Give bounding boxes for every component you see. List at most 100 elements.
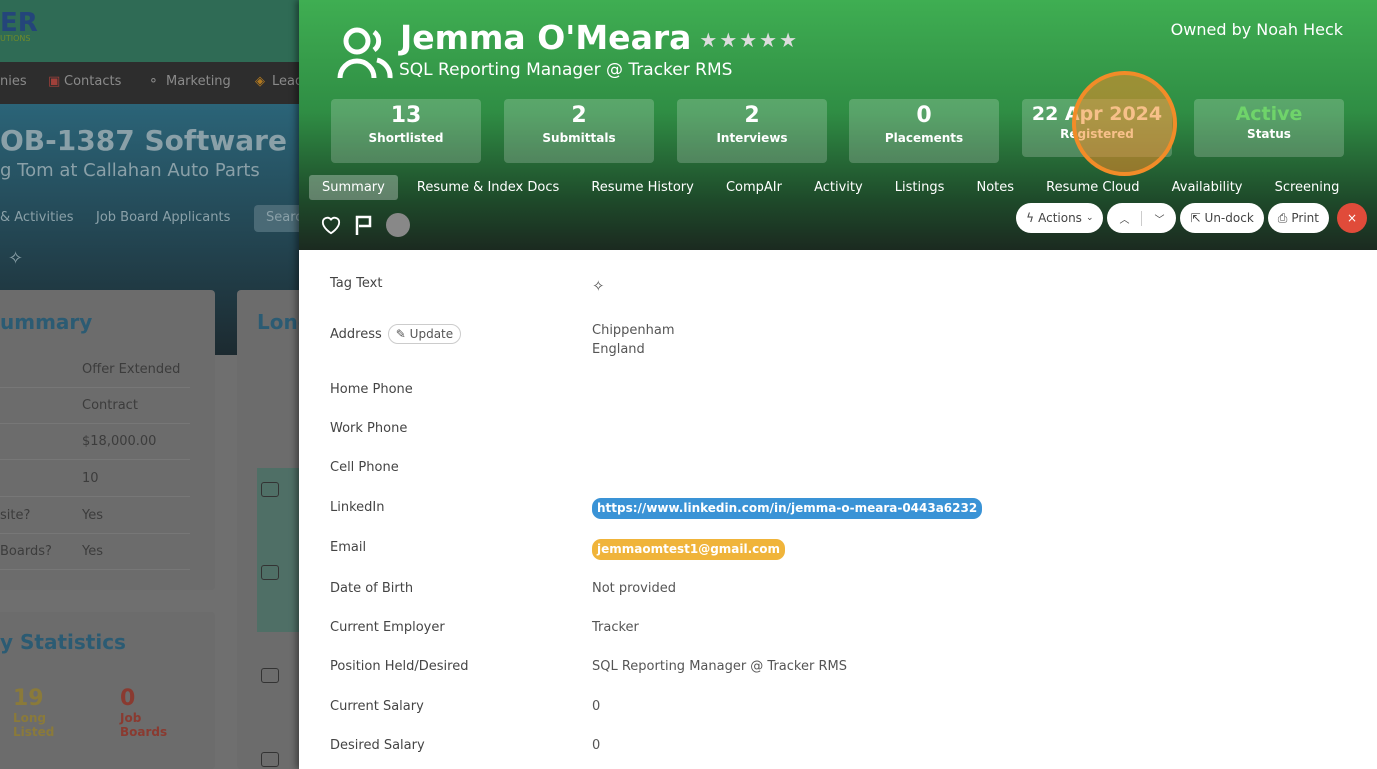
employer-value: Tracker [592,620,639,635]
marketing-icon: ⚬ [148,74,159,89]
candidate-name: Jemma O'Meara ★★★★★ [400,18,800,57]
desired-salary-value: 0 [592,738,601,753]
tab-resume-index-docs[interactable]: Resume & Index Docs [404,175,572,200]
field-label: Work Phone [330,421,408,436]
action-buttons: ϟ Actions ⌄ ︿ ﹀ ⇱ Un-dock ⎙ Print × [1016,203,1367,233]
printer-icon: ⎙ [1277,210,1288,225]
pencil-icon: ✎ [395,327,406,341]
field-label: Email [330,540,367,555]
row-checkbox[interactable] [261,565,279,580]
stat-submittals[interactable]: 2 Submittals [504,99,654,163]
field-label: Current Salary [330,699,424,714]
row-checkbox[interactable] [261,668,279,683]
email-link[interactable]: jemmaomtest1@gmail.com [592,539,786,560]
pin-icon[interactable]: ✧ [8,248,23,269]
previous-button[interactable]: ︿ [1107,210,1143,226]
tab-activities[interactable]: & Activities [0,210,74,237]
field-label: Home Phone [330,382,413,397]
stat-status: Active Status [1194,99,1344,157]
row-checkbox[interactable] [261,752,279,767]
logo: ER UTIONS [0,8,38,43]
nav-arrows: ︿ ﹀ [1107,203,1177,233]
contacts-icon: ▣ [48,74,61,89]
nav-contacts[interactable]: Contacts [64,74,121,89]
candidate-drawer: Jemma O'Meara ★★★★★ SQL Reporting Manager… [299,0,1377,769]
address-value: Chippenham England [592,323,675,357]
job-subtitle: g Tom at Callahan Auto Parts [0,160,260,181]
next-button[interactable]: ﹀ [1142,211,1176,226]
close-button[interactable]: × [1337,203,1367,233]
chevron-down-icon: ⌄ [1085,213,1094,223]
tab-summary[interactable]: Summary [309,175,398,200]
external-link-icon: ⇱ [1190,211,1201,225]
summary-value: 10 [82,471,99,486]
top-bar: ER UTIONS [0,0,299,62]
tab-screening[interactable]: Screening [1262,175,1353,200]
statistics-title: y Statistics [0,630,126,654]
field-label: Cell Phone [330,460,399,475]
click-highlight-ring [1072,71,1177,176]
field-label: Position Held/Desired [330,659,469,674]
summary-value: Yes [82,544,103,559]
row-checkbox[interactable] [261,482,279,497]
background-page: ER UTIONS nies ▣ Contacts ⚬ Marketing ◈ L… [0,0,299,769]
field-label: Desired Salary [330,738,425,753]
long-list-card: Long [237,290,299,769]
summary-value: Offer Extended [82,362,181,377]
candidate-tabs: Summary Resume & Index Docs Resume Histo… [309,175,1353,202]
job-title: OB-1387 Software En [0,124,299,157]
dob-value: Not provided [592,581,676,596]
tab-activity[interactable]: Activity [801,175,876,200]
nav-companies[interactable]: nies [0,74,27,89]
linkedin-link[interactable]: https://www.linkedin.com/in/jemma-o-mear… [592,498,983,519]
tab-compair[interactable]: CompAIr [713,175,795,200]
tab-search[interactable]: Searc [254,205,299,232]
update-address-button[interactable]: ✎ Update [387,324,462,344]
stat-long-listed: 19 Long Listed [13,686,55,739]
field-label: Address ✎ Update [330,324,462,344]
candidate-avatar-icon [337,27,393,79]
tab-listings[interactable]: Listings [882,175,958,200]
summary-value: $18,000.00 [82,434,157,449]
main-nav: nies ▣ Contacts ⚬ Marketing ◈ Lead [0,62,299,104]
field-label: Current Employer [330,620,445,635]
summary-label: Boards? [0,544,52,559]
stat-job-boards: 0 Job Boards [120,686,168,739]
tab-availability[interactable]: Availability [1159,175,1256,200]
rating-stars[interactable]: ★★★★★ [699,28,799,52]
summary-value: Yes [82,508,103,523]
lightning-icon: ϟ [1026,211,1035,225]
pin-icon[interactable]: ✧ [592,277,605,296]
undock-button[interactable]: ⇱ Un-dock [1180,203,1264,233]
summary-card: ummary Offer Extended Contract $18,000.0… [0,290,215,590]
field-label: LinkedIn [330,500,385,515]
current-salary-value: 0 [592,699,601,714]
stat-interviews[interactable]: 2 Interviews [677,99,827,163]
candidate-header: Jemma O'Meara ★★★★★ SQL Reporting Manager… [299,0,1377,250]
field-label: Date of Birth [330,581,414,596]
nav-marketing[interactable]: Marketing [166,74,231,89]
nav-leads[interactable]: Lead [272,74,299,89]
leads-icon: ◈ [255,74,265,89]
stat-placements[interactable]: 0 Placements [849,99,999,163]
summary-label: site? [0,508,31,523]
candidate-job-title: SQL Reporting Manager @ Tracker RMS [399,60,733,80]
stat-shortlisted[interactable]: 13 Shortlisted [331,99,481,163]
heart-icon[interactable] [320,215,342,235]
print-button[interactable]: ⎙ Print [1267,203,1329,233]
actions-button[interactable]: ϟ Actions ⌄ [1016,203,1104,233]
summary-title: ummary [0,310,93,334]
field-label: Tag Text [330,276,383,291]
flag-icon[interactable] [354,214,374,236]
status-dot[interactable] [386,213,410,237]
tab-job-board-applicants[interactable]: Job Board Applicants [96,210,230,237]
summary-value: Contract [82,398,138,413]
statistics-card: y Statistics 19 Long Listed 0 Job Boards [0,612,215,769]
tab-resume-history[interactable]: Resume History [578,175,707,200]
owner-label[interactable]: Owned by Noah Heck [1171,20,1343,39]
long-list-title: Long [257,310,299,334]
tab-resume-cloud[interactable]: Resume Cloud [1033,175,1152,200]
tab-notes[interactable]: Notes [964,175,1028,200]
quick-icons [320,213,410,237]
position-value: SQL Reporting Manager @ Tracker RMS [592,659,847,674]
